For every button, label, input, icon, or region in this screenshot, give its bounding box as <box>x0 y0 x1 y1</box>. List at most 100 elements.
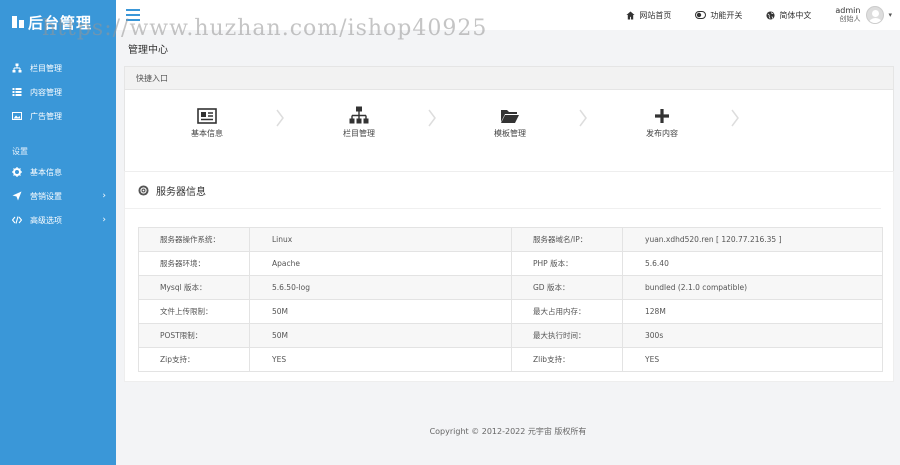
quick-item-label: 栏目管理 <box>343 129 375 138</box>
info-key: Zlib支持： <box>511 347 623 372</box>
sidebar-item-label: 广告管理 <box>30 111 62 121</box>
sidebar-item-ads[interactable]: 广告管理 <box>0 104 116 128</box>
sidebar: 后台管理 栏目管理 内容管理 广告管理 设置 基本信息 营销设置 › 高级选项 … <box>0 0 116 465</box>
info-key: GD 版本： <box>511 275 623 300</box>
info-value: bundled (2.1.0 compatible) <box>622 275 883 300</box>
user-name: admin <box>835 6 861 15</box>
sidebar-item-label: 基本信息 <box>30 167 62 177</box>
top-actions: 网站首页 功能开关 简体中文 admin 创始人 ▾ <box>626 0 900 30</box>
info-value: 5.6.40 <box>622 251 883 276</box>
quick-item-basic-info[interactable]: 基本信息 <box>167 104 247 139</box>
chevron-right-icon <box>276 109 284 127</box>
info-key: Mysql 版本： <box>138 275 250 300</box>
info-value: 50M <box>249 299 512 324</box>
sitemap-icon <box>319 104 399 124</box>
info-value: 5.6.50-log <box>249 275 512 300</box>
sidebar-item-basic-info[interactable]: 基本信息 <box>0 160 116 184</box>
quick-item-column[interactable]: 栏目管理 <box>319 104 399 139</box>
page-title: 管理中心 <box>128 45 168 56</box>
code-icon <box>12 215 22 225</box>
server-info-panel: 服务器信息 服务器操作系统： Linux 服务器域名/IP： yuan.xdhd520… <box>124 171 894 382</box>
server-info-title: 服务器信息 <box>156 186 206 198</box>
site-home-label: 网站首页 <box>639 10 672 20</box>
table-row: 文件上传限制： 50M 最大占用内存： 128M <box>138 299 883 324</box>
sidebar-section-settings: 设置 <box>12 146 28 156</box>
info-value: 50M <box>249 323 512 348</box>
info-key: POST限制： <box>138 323 250 348</box>
table-row: 服务器操作系统： Linux 服务器域名/IP： yuan.xdhd520.ren [… <box>138 227 883 252</box>
info-key: PHP 版本： <box>511 251 623 276</box>
globe-icon <box>766 10 775 20</box>
sidebar-item-column[interactable]: 栏目管理 <box>0 56 116 80</box>
info-key: Zip支持： <box>138 347 250 372</box>
sidebar-item-advanced[interactable]: 高级选项 › <box>0 208 116 232</box>
info-key: 文件上传限制： <box>138 299 250 324</box>
language-link[interactable]: 简体中文 <box>766 10 811 21</box>
sidebar-item-label: 栏目管理 <box>30 63 62 73</box>
language-label: 简体中文 <box>779 10 812 20</box>
footer-copyright: Copyright © 2012-2022 元宇宙 版权所有 <box>429 427 587 436</box>
user-menu[interactable]: admin 创始人 ▾ <box>835 6 892 24</box>
sidebar-item-content[interactable]: 内容管理 <box>0 80 116 104</box>
quick-item-template[interactable]: 模板管理 <box>470 104 550 139</box>
chevron-right-icon: › <box>102 215 106 225</box>
server-info-table: 服务器操作系统： Linux 服务器域名/IP： yuan.xdhd520.ren [… <box>138 227 883 372</box>
feature-toggle-label: 功能开关 <box>710 10 743 20</box>
sidebar-item-label: 内容管理 <box>30 87 62 97</box>
logo-text: 后台管理 <box>28 13 93 32</box>
info-key: 服务器环境： <box>138 251 250 276</box>
sidebar-item-label: 高级选项 <box>30 215 62 225</box>
info-key: 最大占用内存： <box>511 299 623 324</box>
menu-toggle-icon[interactable] <box>126 9 140 21</box>
chevron-right-icon <box>428 109 436 127</box>
user-info: admin 创始人 <box>835 6 860 24</box>
quick-entry-items: 基本信息 栏目管理 模板管理 发布内容 <box>125 90 893 183</box>
avatar[interactable] <box>866 6 885 24</box>
table-row: Mysql 版本： 5.6.50-log GD 版本： bundled (2.1.0 … <box>138 275 883 300</box>
info-value: yuan.xdhd520.ren [ 120.77.216.35 ] <box>622 227 883 252</box>
main-content: 管理中心 快捷入口 基本信息 栏目管理 模板管理 发布内容 服务器信息 服务器操… <box>116 30 900 465</box>
info-value: YES <box>249 347 512 372</box>
info-key: 服务器域名/IP： <box>511 227 623 252</box>
plus-icon <box>622 104 702 124</box>
id-card-icon <box>167 104 247 124</box>
chevron-right-icon <box>579 109 587 127</box>
gear-icon <box>12 167 22 177</box>
toggle-icon <box>695 11 707 19</box>
logo[interactable]: 后台管理 <box>0 0 116 44</box>
gear-circle-icon <box>138 184 149 196</box>
quick-item-label: 基本信息 <box>191 129 223 138</box>
topbar: 网站首页 功能开关 简体中文 admin 创始人 ▾ <box>116 0 900 30</box>
info-key: 最大执行时间： <box>511 323 623 348</box>
info-value: 128M <box>622 299 883 324</box>
info-value: Linux <box>249 227 512 252</box>
user-role: 创始人 <box>839 15 861 23</box>
site-home-link[interactable]: 网站首页 <box>626 10 671 21</box>
table-row: Zip支持： YES Zlib支持： YES <box>138 347 883 372</box>
sidebar-item-marketing[interactable]: 营销设置 › <box>0 184 116 208</box>
list-icon <box>12 87 22 97</box>
sidebar-nav: 栏目管理 内容管理 广告管理 设置 基本信息 营销设置 › 高级选项 › <box>0 44 116 232</box>
info-value: YES <box>622 347 883 372</box>
chevron-down-icon[interactable]: ▾ <box>888 11 892 19</box>
logo-icon <box>12 16 24 28</box>
server-info-header: 服务器信息 <box>125 172 881 209</box>
chevron-right-icon: › <box>102 191 106 201</box>
info-value: Apache <box>249 251 512 276</box>
quick-item-label: 模板管理 <box>494 129 526 138</box>
feature-toggle-link[interactable]: 功能开关 <box>695 10 742 21</box>
info-value: 300s <box>622 323 883 348</box>
quick-entry-panel: 快捷入口 基本信息 栏目管理 模板管理 发布内容 <box>124 66 894 183</box>
sidebar-item-label: 营销设置 <box>30 191 62 201</box>
table-row: POST限制： 50M 最大执行时间： 300s <box>138 323 883 348</box>
quick-entry-header: 快捷入口 <box>125 67 893 90</box>
quick-item-publish[interactable]: 发布内容 <box>622 104 702 139</box>
table-row: 服务器环境： Apache PHP 版本： 5.6.40 <box>138 251 883 276</box>
folder-open-icon <box>470 104 550 124</box>
sitemap-icon <box>12 63 22 73</box>
info-key: 服务器操作系统： <box>138 227 250 252</box>
send-icon <box>12 191 22 201</box>
home-icon <box>626 10 635 20</box>
image-icon <box>12 111 22 121</box>
quick-item-label: 发布内容 <box>646 129 678 138</box>
